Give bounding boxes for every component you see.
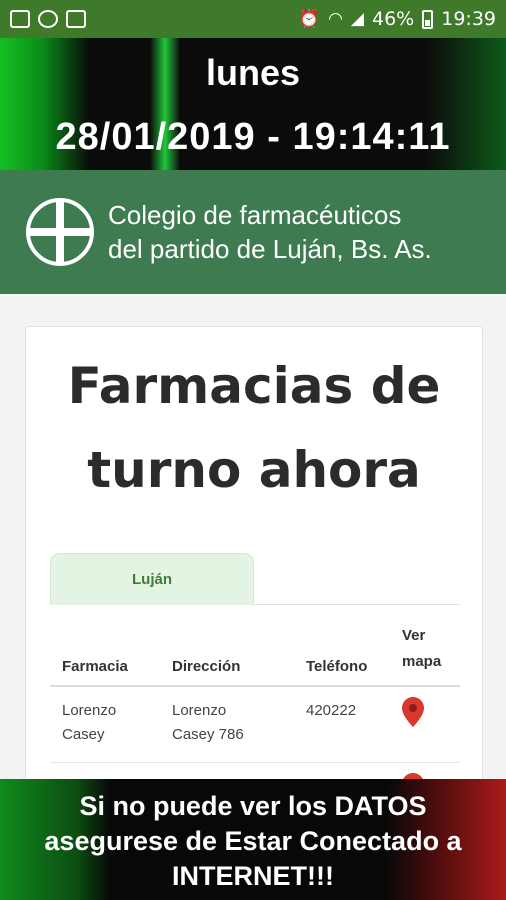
pharmacy-address-line2: Casey 786 <box>172 726 244 743</box>
alarm-icon: ⏰ <box>298 9 321 29</box>
warning-line3: INTERNET!!! <box>172 861 334 891</box>
connection-warning-banner: Si no puede ver los DATOS asegurese de E… <box>0 779 506 900</box>
table-row: Lorenzo Casey Lorenzo Casey 786 420222 <box>50 686 460 763</box>
column-direccion: Dirección <box>160 613 294 687</box>
pharmacy-name-line2: Casey <box>62 726 105 743</box>
pharmacy-phone[interactable]: 420222 <box>294 686 390 763</box>
page-title: Farmacias de turno ahora <box>26 344 482 512</box>
status-bar: ⏰ ◠ ◢ 46% 19:39 <box>0 0 506 38</box>
status-time: 19:39 <box>441 8 496 30</box>
college-name: Colegio de farmacéuticos del partido de … <box>108 198 432 266</box>
tab-lujan[interactable]: Luján <box>50 553 254 605</box>
table-header-row: Farmacia Dirección Teléfono Ver mapa <box>50 613 460 687</box>
pharmacy-name: Lorenzo Casey <box>50 686 160 763</box>
pharmacy-map-cell <box>390 686 460 763</box>
date-header: lunes 28/01/2019 - 19:14:11 <box>0 38 506 170</box>
warning-line1: Si no puede ver los DATOS <box>79 791 427 821</box>
mail-icon <box>66 10 86 28</box>
pharmacy-address: Lorenzo Casey 786 <box>160 686 294 763</box>
connection-warning-text: Si no puede ver los DATOS asegurese de E… <box>0 789 506 894</box>
column-telefono: Teléfono <box>294 613 390 687</box>
whatsapp-icon <box>38 10 58 28</box>
city-tabs: Luján <box>50 553 460 605</box>
battery-percent: 46% <box>372 8 415 30</box>
weekday-label: lunes <box>205 52 301 93</box>
battery-icon <box>422 9 434 29</box>
college-banner: Colegio de farmacéuticos del partido de … <box>0 170 506 294</box>
signal-icon: ◢ <box>350 9 364 29</box>
pharmacy-address-line1: Lorenzo <box>172 702 227 719</box>
map-pin-icon[interactable] <box>402 697 424 727</box>
warning-line2: asegurese de Estar Conectado a <box>44 826 462 856</box>
pharmacy-name-line1: Lorenzo <box>62 702 117 719</box>
title-line1: Farmacias de <box>67 357 441 415</box>
column-ver-mapa-line2: mapa <box>402 653 442 670</box>
column-ver-mapa: Ver mapa <box>390 613 460 687</box>
college-name-line2: del partido de Luján, Bs. As. <box>108 234 432 264</box>
wifi-icon: ◠ <box>328 9 343 29</box>
column-ver-mapa-line1: Ver <box>402 627 426 644</box>
column-farmacia: Farmacia <box>50 613 160 687</box>
pharmacy-cross-icon <box>26 198 94 266</box>
datetime-label: 28/01/2019 - 19:14:11 <box>55 116 451 158</box>
gallery-icon <box>10 10 30 28</box>
title-line2: turno ahora <box>87 441 421 499</box>
college-name-line1: Colegio de farmacéuticos <box>108 200 402 230</box>
